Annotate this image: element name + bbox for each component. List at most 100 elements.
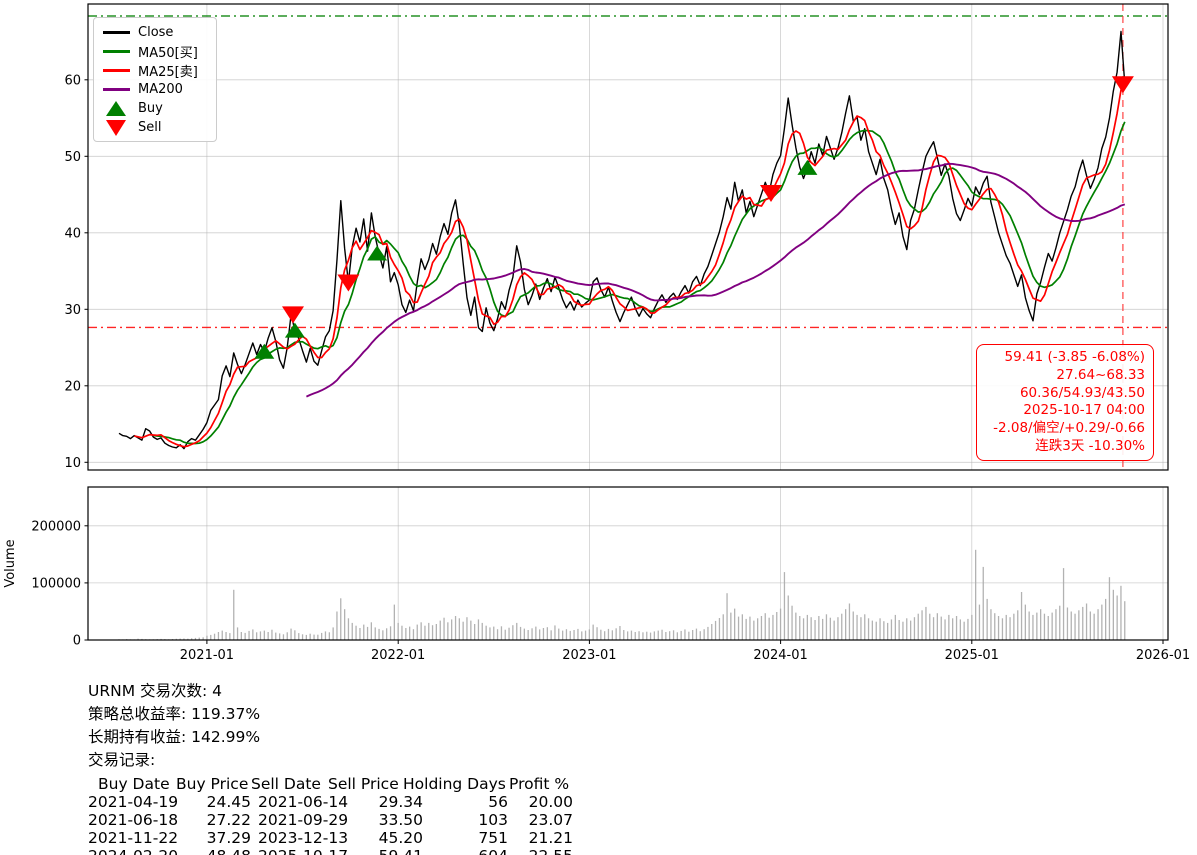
legend-label: MA25[卖] [138, 61, 198, 80]
volume-bar [1086, 604, 1087, 641]
volume-bar [225, 632, 226, 640]
volume-bar [1090, 612, 1091, 641]
volume-bar [451, 619, 452, 640]
volume-bar [1017, 610, 1018, 640]
volume-bar [573, 630, 574, 640]
volume-bar [906, 618, 907, 640]
volume-bar [998, 616, 999, 640]
volume-bar [696, 629, 697, 640]
volume-bar [382, 630, 383, 640]
volume-bar [306, 635, 307, 640]
volume-bar [757, 618, 758, 640]
volume-bar [409, 627, 410, 640]
volume-bar [948, 615, 949, 640]
volume-bar [489, 627, 490, 640]
table-row: 2021-11-22 37.29 2023-12-13 45.20 751 21… [88, 829, 579, 847]
trade-table-header: Buy Date Buy Price Sell Date Sell Price … [88, 775, 579, 793]
volume-bar [470, 621, 471, 640]
cell-buy-date: 2021-06-18 [88, 811, 166, 829]
volume-bar [895, 615, 896, 640]
volume-bar [1074, 614, 1075, 640]
volume-bar [363, 625, 364, 640]
volume-bar [910, 621, 911, 640]
volume-bar [463, 622, 464, 640]
volume-bar [891, 619, 892, 640]
buy-marker [367, 246, 387, 261]
cell-sell-date: 2021-09-29 [251, 811, 351, 829]
volume-bar [1117, 596, 1118, 641]
volume-bar [482, 623, 483, 640]
volume-bar [290, 629, 291, 640]
volume-bar [321, 633, 322, 640]
cell-sell-date: 2023-12-13 [251, 829, 351, 847]
cell-buy-date: 2024-02-20 [88, 847, 166, 855]
volume-bar [581, 631, 582, 640]
table-row: 2024-02-20 48.48 2025-10-17 59.41 604 22… [88, 847, 579, 855]
volume-bar [650, 633, 651, 640]
volume-bar [925, 607, 926, 640]
volume-bar [837, 617, 838, 640]
volume-bar [287, 632, 288, 640]
volume-bar [512, 625, 513, 640]
volume-bar [707, 627, 708, 640]
volume-bar [436, 624, 437, 640]
ma50-line-swatch [102, 50, 130, 53]
volume-bar [952, 618, 953, 640]
volume-bar [1036, 613, 1037, 640]
cell-holding-days: 604 [423, 847, 508, 855]
legend-label: Buy [138, 101, 163, 116]
volume-bar [329, 632, 330, 640]
volume-bar [1009, 617, 1010, 640]
volume-bar [841, 614, 842, 640]
volume-bar [979, 605, 980, 640]
sell-marker [282, 306, 304, 323]
volume-bar [390, 626, 391, 640]
volume-bar [631, 631, 632, 640]
volume-bar [994, 613, 995, 640]
cell-buy-price: 24.45 [166, 793, 251, 811]
volume-bar [551, 630, 552, 640]
volume-bar [317, 635, 318, 640]
volume-bar [1044, 614, 1045, 640]
volume-bar [654, 631, 655, 640]
x-axis-tick-label: 2025-01 [945, 648, 999, 663]
volume-bar [1055, 609, 1056, 640]
x-axis-tick-label: 2026-01 [1136, 648, 1190, 663]
volume-bar [260, 631, 261, 640]
volume-bar [1025, 605, 1026, 640]
volume-bar [604, 631, 605, 640]
cell-buy-price: 48.48 [166, 847, 251, 855]
volume-bar [570, 631, 571, 640]
volume-bar [486, 626, 487, 640]
volume-bar [658, 631, 659, 640]
volume-bar [428, 623, 429, 640]
volume-bar [772, 615, 773, 640]
volume-bar [665, 632, 666, 640]
volume-bar [1021, 592, 1022, 640]
volume-bar [795, 613, 796, 640]
cell-profit: 20.00 [508, 793, 573, 811]
y-axis-tick-label: 60 [64, 73, 81, 88]
volume-bar [868, 618, 869, 640]
volume-bar [474, 624, 475, 640]
cell-holding-days: 56 [423, 793, 508, 811]
legend-item-ma200: MA200 [102, 80, 208, 99]
col-buy-date: Buy Date [88, 775, 176, 793]
x-axis-tick-label: 2021-01 [180, 648, 234, 663]
volume-bar [562, 631, 563, 640]
volume-bar [964, 622, 965, 640]
volume-bar [596, 627, 597, 640]
chart-legend: Close MA50[买] MA25[卖] MA200 Buy Sell [93, 17, 217, 142]
info-datetime: 2025-10-17 04:00 [985, 402, 1145, 420]
volume-bar [669, 631, 670, 640]
volume-bar [310, 634, 311, 640]
x-axis-tick-label: 2022-01 [371, 648, 425, 663]
volume-bar [616, 628, 617, 640]
volume-bar [1120, 586, 1121, 640]
holding-return-line: 长期持有收益: 142.99% [88, 726, 579, 749]
volume-bar [975, 550, 976, 640]
volume-bar [344, 609, 345, 640]
volume-bar [585, 631, 586, 640]
volume-bar [268, 632, 269, 640]
y-axis-tick-label: 10 [64, 456, 81, 471]
